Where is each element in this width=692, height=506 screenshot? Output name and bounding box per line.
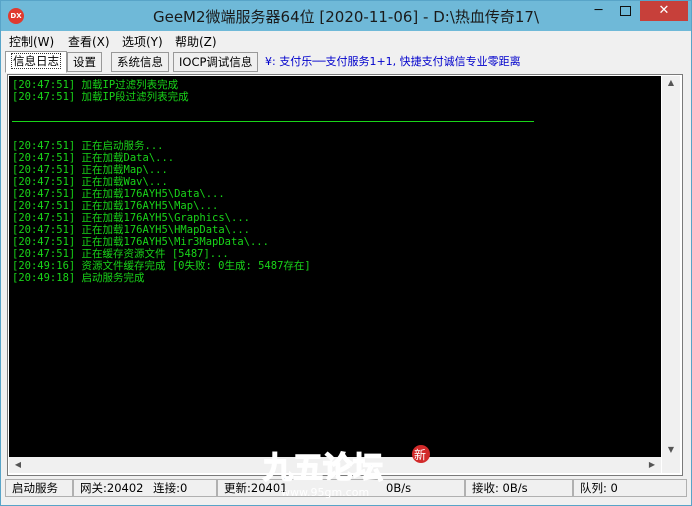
scroll-right-icon[interactable]: ▶ [644, 460, 660, 469]
title-bar[interactable]: DX GeeM2微端服务器64位 [2020-11-06] - D:\热血传奇1… [1, 1, 691, 31]
status-service: 启动服务 [5, 479, 73, 497]
menu-options[interactable]: 选项(Y) [122, 33, 163, 50]
tab-label: 系统信息 [117, 55, 163, 69]
status-queue: 队列: 0 [573, 479, 687, 497]
maximize-button[interactable] [612, 1, 639, 21]
watermark-text: 九五论坛 [263, 451, 383, 486]
ad-notice[interactable]: ¥: 支付乐──支付服务1+1, 快捷支付诚信专业零距离 [265, 53, 521, 69]
tab-label: 设置 [73, 55, 96, 69]
maximize-icon [620, 5, 631, 16]
gateway-port: 网关:20402 [80, 481, 144, 495]
log-line: [20:47:51] 加载IP过滤列表完成 [12, 79, 179, 91]
log-textarea[interactable]: [20:47:51] 加载IP过滤列表完成 [20:47:51] 加载IP段过滤… [9, 76, 661, 457]
watermark-url: www.95gm.com [281, 486, 369, 499]
log-line: [20:47:51] 正在加载176AYH5\HMapData\... [12, 224, 250, 236]
close-button[interactable]: ✕ [640, 1, 688, 21]
log-line: [20:47:51] 正在加载Wav\... [12, 176, 168, 188]
connection-count: 连接:0 [153, 481, 188, 495]
log-separator [12, 121, 534, 122]
tab-iocp-debug[interactable]: IOCP调试信息 [173, 52, 259, 72]
status-receive: 接收: 0B/s [465, 479, 573, 497]
menu-control[interactable]: 控制(W) [9, 33, 54, 50]
status-gateway: 网关:20402 连接:0 [73, 479, 217, 497]
log-line: [20:47:51] 正在加载176AYH5\Mir3MapData\... [12, 236, 269, 248]
main-window: DX GeeM2微端服务器64位 [2020-11-06] - D:\热血传奇1… [0, 0, 692, 506]
menu-help[interactable]: 帮助(Z) [175, 33, 217, 50]
log-line: [20:47:51] 正在启动服务... [12, 140, 164, 152]
forum-watermark-logo: 九五论坛 新 www.95gm.com [262, 445, 430, 499]
scroll-corner [662, 457, 680, 473]
log-line: [20:47:51] 加载IP段过滤列表完成 [12, 91, 189, 103]
menu-bar: 控制(W) 查看(X) 选项(Y) 帮助(Z) [1, 31, 691, 50]
log-line: [20:49:18] 启动服务完成 [12, 272, 145, 284]
scroll-left-icon[interactable]: ◀ [10, 460, 26, 469]
log-line: [20:47:51] 正在加载176AYH5\Data\... [12, 188, 225, 200]
tab-settings[interactable]: 设置 [67, 52, 102, 72]
menu-view[interactable]: 查看(X) [68, 33, 110, 50]
vertical-scrollbar[interactable]: ▲ ▼ [662, 76, 680, 457]
log-line: [20:47:51] 正在加载176AYH5\Map\... [12, 200, 219, 212]
log-line: [20:47:51] 正在加载176AYH5\Graphics\... [12, 212, 250, 224]
tab-label: 信息日志 [11, 53, 61, 69]
tab-info-log[interactable]: 信息日志 [5, 51, 67, 73]
log-line: [20:47:51] 正在加载Map\... [12, 164, 168, 176]
log-line: [20:47:51] 正在缓存资源文件 [5487]... [12, 248, 229, 260]
log-line: [20:47:51] 正在加载Data\... [12, 152, 175, 164]
tab-system-info[interactable]: 系统信息 [111, 52, 169, 72]
scroll-up-icon[interactable]: ▲ [663, 78, 679, 87]
client-area: 信息日志 设置 系统信息 IOCP调试信息 ¥: 支付乐──支付服务1+1, 快… [1, 50, 691, 505]
scroll-down-icon[interactable]: ▼ [663, 445, 679, 454]
log-panel: [20:47:51] 加载IP过滤列表完成 [20:47:51] 加载IP段过滤… [7, 74, 683, 476]
minimize-button[interactable]: ─ [585, 1, 612, 21]
tab-label: IOCP调试信息 [179, 55, 253, 69]
log-line: [20:49:16] 资源文件缓存完成 [0失败: 0生成: 5487存在] [12, 260, 311, 272]
watermark-badge: 新 [414, 447, 426, 462]
